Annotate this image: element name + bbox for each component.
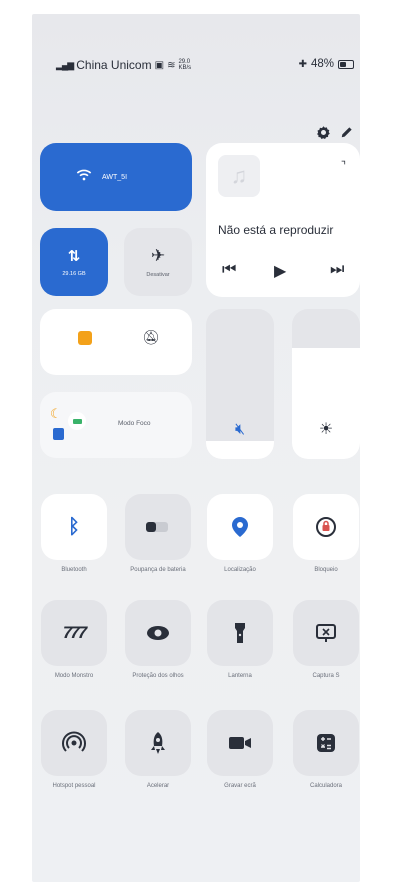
- rotation-lock-button[interactable]: Bloqueio: [292, 494, 360, 574]
- airplane-mode-label: Desativar: [146, 272, 170, 278]
- location-icon: [207, 494, 273, 560]
- location-label: Localização: [224, 567, 256, 573]
- vibrate-icon: ✚: [298, 58, 307, 70]
- rocket-icon: [125, 710, 191, 776]
- book-icon: [53, 428, 64, 440]
- battery-icon: [338, 59, 354, 69]
- mute-bell-icon[interactable]: 🔕︎: [142, 329, 160, 346]
- settings-gear-icon[interactable]: [313, 122, 333, 142]
- bluetooth-icon: ᛒ: [41, 494, 107, 560]
- hotspot-button[interactable]: Hotspot pessoal: [40, 710, 108, 790]
- flashlight-label: Lanterna: [228, 673, 252, 679]
- monster-mode-button[interactable]: 777 Modo Monstro: [40, 600, 108, 680]
- vibrate-mode-icon[interactable]: [78, 331, 92, 345]
- flashlight-button[interactable]: Lanterna: [206, 600, 274, 680]
- volume-slider-fill: [206, 441, 274, 459]
- sound-mode-tile[interactable]: 🔕︎: [40, 309, 192, 375]
- signal-icon: ▂▄▆: [56, 59, 74, 70]
- mobile-data-tile[interactable]: ⇅ 29.16 GB: [40, 228, 108, 296]
- eye-protection-label: Proteção dos olhos: [132, 673, 184, 679]
- airplane-icon: ✈: [150, 246, 166, 265]
- brightness-sun-icon: ☀: [318, 421, 334, 438]
- volume-mute-icon: 🔇︎: [234, 421, 246, 438]
- wifi-network-name: AWT_5I: [102, 173, 128, 181]
- rotation-lock-label: Bloqueio: [314, 567, 338, 573]
- eye-icon: [125, 600, 191, 666]
- bluetooth-label: Bluetooth: [61, 567, 87, 573]
- hotspot-label: Hotspot pessoal: [52, 783, 96, 789]
- brightness-slider-fill: [292, 348, 360, 459]
- media-expand-icon[interactable]: ⌝: [341, 159, 346, 172]
- screenshot-icon: [293, 600, 359, 666]
- play-icon[interactable]: ▶: [274, 261, 286, 281]
- brightness-slider[interactable]: ☀: [292, 309, 360, 459]
- monster-mode-label: Modo Monstro: [54, 673, 94, 679]
- screen-record-icon: [207, 710, 273, 776]
- wifi-tile[interactable]: AWT_5I: [40, 143, 192, 211]
- mobile-data-icon: ⇅: [67, 248, 81, 265]
- focus-mode-label: Modo Foco: [118, 420, 151, 427]
- next-track-icon[interactable]: ⏭: [330, 261, 344, 279]
- hotspot-icon: [41, 710, 107, 776]
- battery-indicator: ✚ 48%: [299, 58, 354, 70]
- monster-mode-icon: 777: [41, 600, 107, 666]
- screenshot-label: Captura S: [312, 673, 340, 679]
- edit-pencil-icon[interactable]: [337, 122, 357, 142]
- calculator-icon: [293, 710, 359, 776]
- flashlight-icon: [207, 600, 273, 666]
- eye-protection-button[interactable]: Proteção dos olhos: [124, 600, 192, 680]
- battery-saver-icon: [125, 494, 191, 560]
- wifi-icon: [76, 168, 92, 186]
- battery-saver-button[interactable]: Poupança de bateria: [124, 494, 192, 574]
- airplane-mode-tile[interactable]: ✈ Desativar: [124, 228, 192, 296]
- network-speed: 29.0 KB/s: [178, 59, 192, 71]
- calculator-button[interactable]: Calculadora: [292, 710, 360, 790]
- media-player-tile[interactable]: ♫ ⌝ Não está a reproduzir ⏮ ▶ ⏭: [206, 143, 360, 297]
- media-status-text: Não está a reproduzir: [218, 223, 334, 237]
- sim-icon: ▣: [154, 59, 165, 71]
- accelerate-label: Acelerar: [146, 783, 170, 789]
- accelerate-button[interactable]: Acelerar: [124, 710, 192, 790]
- screen-record-button[interactable]: Gravar ecrã: [206, 710, 274, 790]
- battery-saver-label: Poupança de bateria: [130, 567, 186, 573]
- rotation-lock-icon: [293, 494, 359, 560]
- focus-icons: ☾: [50, 406, 98, 446]
- music-note-icon: ♫: [218, 155, 260, 197]
- location-button[interactable]: Localização: [206, 494, 274, 574]
- previous-track-icon[interactable]: ⏮: [222, 261, 236, 279]
- screenshot-button[interactable]: Captura S: [292, 600, 360, 680]
- status-bar: ▂▄▆ China Unicom ▣ ≋ 29.0 KB/s ✚ 48%: [32, 58, 360, 82]
- battery-percent: 48%: [310, 58, 334, 70]
- volume-slider[interactable]: 🔇︎: [206, 309, 274, 459]
- screen-record-label: Gravar ecrã: [224, 783, 256, 789]
- bluetooth-button[interactable]: ᛒ Bluetooth: [40, 494, 108, 574]
- wifi-status-icon: ≋: [167, 59, 176, 71]
- mobile-data-usage: 29.16 GB: [62, 271, 86, 277]
- moon-icon: ☾: [50, 406, 62, 421]
- carrier-info: ▂▄▆ China Unicom ▣ ≋ 29.0 KB/s: [56, 58, 192, 72]
- laptop-icon: [68, 412, 86, 430]
- calculator-label: Calculadora: [309, 783, 343, 789]
- carrier-name: China Unicom: [76, 58, 152, 72]
- focus-mode-tile[interactable]: ☾ Modo Foco: [40, 392, 192, 458]
